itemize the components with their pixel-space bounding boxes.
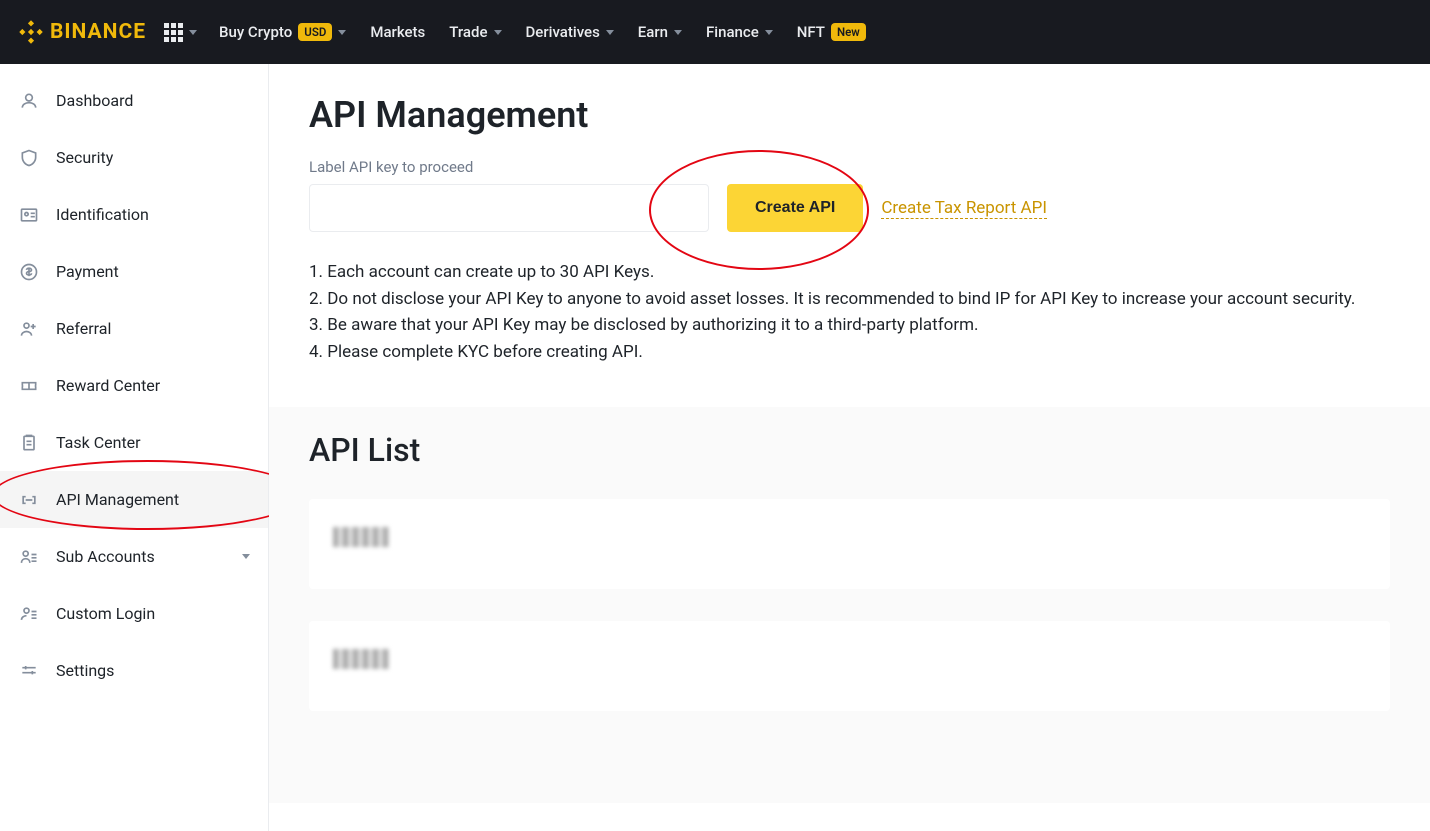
sidebar: Dashboard Security Identification Paymen… — [0, 64, 269, 831]
shield-icon — [18, 147, 40, 169]
chevron-down-icon — [189, 30, 197, 35]
sidebar-item-label: Task Center — [56, 433, 141, 452]
tax-report-link[interactable]: Create Tax Report API — [881, 198, 1047, 219]
sidebar-item-api-management[interactable]: API Management — [0, 471, 268, 528]
chevron-down-icon — [606, 30, 614, 35]
sidebar-item-payment[interactable]: Payment — [0, 243, 268, 300]
sidebar-item-reward-center[interactable]: Reward Center — [0, 357, 268, 414]
api-key-masked — [333, 649, 389, 669]
nav-label: Derivatives — [526, 23, 600, 41]
note-line: 3. Be aware that your API Key may be dis… — [309, 313, 1390, 338]
chevron-down-icon — [765, 30, 773, 35]
referral-icon — [18, 318, 40, 340]
sidebar-item-label: Security — [56, 148, 113, 167]
sidebar-item-label: API Management — [56, 490, 179, 509]
settings-icon — [18, 660, 40, 682]
id-card-icon — [18, 204, 40, 226]
nav-label: Earn — [638, 23, 668, 41]
sidebar-item-label: Dashboard — [56, 91, 133, 110]
api-icon — [18, 489, 40, 511]
chevron-down-icon — [338, 30, 346, 35]
sub-accounts-icon — [18, 546, 40, 568]
create-api-button[interactable]: Create API — [727, 184, 863, 232]
sidebar-item-security[interactable]: Security — [0, 129, 268, 186]
nav-derivatives[interactable]: Derivatives — [526, 23, 614, 41]
nav-nft[interactable]: NFT New — [797, 23, 866, 41]
api-list-title: API List — [309, 431, 1390, 469]
sidebar-item-referral[interactable]: Referral — [0, 300, 268, 357]
sidebar-item-label: Referral — [56, 319, 111, 338]
sidebar-item-settings[interactable]: Settings — [0, 642, 268, 699]
api-notes: 1. Each account can create up to 30 API … — [309, 260, 1390, 365]
new-badge: New — [831, 23, 866, 41]
nav-markets[interactable]: Markets — [370, 23, 425, 41]
user-icon — [18, 90, 40, 112]
sidebar-item-custom-login[interactable]: Custom Login — [0, 585, 268, 642]
note-line: 2. Do not disclose your API Key to anyon… — [309, 287, 1390, 312]
ticket-icon — [18, 375, 40, 397]
sidebar-item-label: Sub Accounts — [56, 547, 155, 566]
api-card[interactable] — [309, 499, 1390, 589]
binance-logo-icon — [18, 19, 44, 45]
sidebar-item-task-center[interactable]: Task Center — [0, 414, 268, 471]
sidebar-item-label: Payment — [56, 262, 119, 281]
page-title: API Management — [309, 94, 1390, 136]
main-content: API Management Label API key to proceed … — [269, 64, 1430, 831]
sidebar-item-label: Reward Center — [56, 376, 160, 395]
sidebar-item-sub-accounts[interactable]: Sub Accounts — [0, 528, 268, 585]
logo-text: BINANCE — [50, 20, 146, 44]
api-label-input[interactable] — [309, 184, 709, 232]
nav-label: Markets — [370, 23, 425, 41]
usd-badge: USD — [298, 23, 332, 41]
note-line: 1. Each account can create up to 30 API … — [309, 260, 1390, 285]
note-line: 4. Please complete KYC before creating A… — [309, 340, 1390, 365]
nav-finance[interactable]: Finance — [706, 23, 773, 41]
sidebar-item-identification[interactable]: Identification — [0, 186, 268, 243]
login-icon — [18, 603, 40, 625]
sidebar-item-label: Custom Login — [56, 604, 155, 623]
nav-buy-crypto[interactable]: Buy Crypto USD — [219, 23, 346, 41]
apps-menu[interactable] — [164, 23, 197, 42]
clipboard-icon — [18, 432, 40, 454]
nav-label: Buy Crypto — [219, 23, 292, 41]
nav-label: Trade — [449, 23, 487, 41]
api-card[interactable] — [309, 621, 1390, 711]
api-label-hint: Label API key to proceed — [309, 158, 1390, 176]
nav-label: NFT — [797, 23, 825, 41]
chevron-down-icon — [674, 30, 682, 35]
chevron-down-icon — [494, 30, 502, 35]
sidebar-item-dashboard[interactable]: Dashboard — [0, 72, 268, 129]
chevron-down-icon — [242, 554, 250, 559]
sidebar-item-label: Settings — [56, 661, 114, 680]
top-navbar: BINANCE Buy Crypto USD Markets Trade Der… — [0, 0, 1430, 64]
sidebar-item-label: Identification — [56, 205, 149, 224]
logo[interactable]: BINANCE — [18, 19, 146, 45]
nav-trade[interactable]: Trade — [449, 23, 501, 41]
apps-grid-icon — [164, 23, 183, 42]
dollar-icon — [18, 261, 40, 283]
nav-earn[interactable]: Earn — [638, 23, 682, 41]
nav-label: Finance — [706, 23, 759, 41]
api-key-masked — [333, 527, 389, 547]
